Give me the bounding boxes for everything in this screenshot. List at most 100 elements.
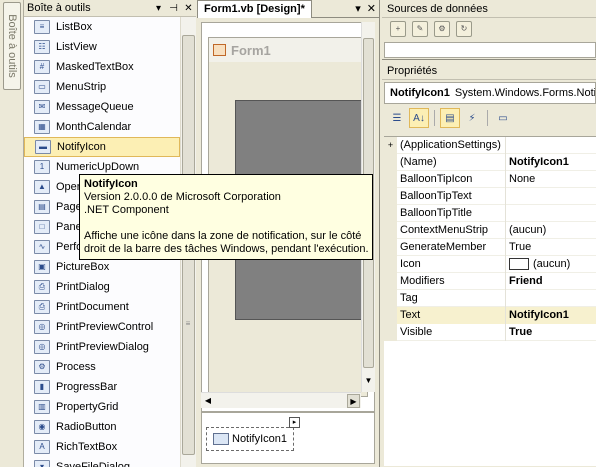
toolbox-item[interactable]: ☷ ListView: [24, 37, 180, 57]
property-value[interactable]: (aucun): [506, 222, 596, 239]
property-name: (ApplicationSettings): [397, 136, 506, 154]
toolbox-item-label: PrintPreviewDialog: [56, 341, 149, 353]
richtextbox-icon: A: [34, 440, 50, 454]
categorized-icon[interactable]: ☰: [387, 108, 407, 128]
toolbox-auto-hide-tab[interactable]: Boîte à outils: [3, 2, 21, 90]
property-value[interactable]: (aucun): [506, 256, 596, 273]
toolbox-item[interactable]: ≡ ListBox: [24, 17, 180, 37]
object-name: NotifyIcon1: [390, 87, 450, 99]
designer-horizontal-scrollbar[interactable]: ◀ ▶: [201, 392, 361, 408]
property-value[interactable]: [506, 290, 596, 307]
scroll-grip-icon: ≡: [185, 319, 191, 328]
property-row[interactable]: Tag: [384, 289, 596, 307]
property-value[interactable]: True: [506, 324, 596, 341]
radiobutton-icon: ◉: [34, 420, 50, 434]
toolbox-item-label: MessageQueue: [56, 101, 134, 113]
toolbox-item[interactable]: ✉ MessageQueue: [24, 97, 180, 117]
toolbox-item[interactable]: ▣ PictureBox: [24, 257, 180, 277]
configure-dataset-icon[interactable]: ⚙: [434, 21, 450, 37]
scroll-down-icon[interactable]: ▼: [363, 374, 374, 388]
listview-icon: ☷: [34, 40, 50, 54]
property-row[interactable]: GenerateMember True: [384, 238, 596, 256]
property-margin: [384, 238, 397, 256]
close-icon[interactable]: ✕: [181, 1, 196, 16]
property-margin: [384, 153, 397, 171]
property-name: Text: [397, 306, 506, 324]
tray-component-label: NotifyIcon1: [232, 433, 288, 445]
toolbox-item-label: PropertyGrid: [56, 401, 119, 413]
property-value[interactable]: NotifyIcon1: [506, 306, 596, 324]
property-value[interactable]: True: [506, 239, 596, 256]
tooltip-description-line-1: Affiche une icône dans la zone de notifi…: [84, 230, 362, 242]
object-type: System.Windows.Forms.NotifyIcon: [454, 87, 596, 99]
property-row[interactable]: Visible True: [384, 323, 596, 341]
property-row[interactable]: BalloonTipIcon None: [384, 170, 596, 188]
add-datasource-icon[interactable]: +: [390, 21, 406, 37]
property-margin: [384, 221, 397, 239]
toolbox-item[interactable]: ◎ PrintPreviewControl: [24, 317, 180, 337]
property-value[interactable]: NotifyIcon1: [506, 154, 596, 171]
toolbox-item[interactable]: ▦ MonthCalendar: [24, 117, 180, 137]
property-row[interactable]: + (ApplicationSettings): [384, 136, 596, 154]
close-document-icon[interactable]: ✕: [367, 2, 376, 15]
toolbox-item-label: MonthCalendar: [56, 121, 132, 133]
pin-icon[interactable]: ⊣: [166, 1, 181, 16]
property-value[interactable]: Friend: [506, 273, 596, 290]
property-row[interactable]: Icon (aucun): [384, 255, 596, 273]
smart-tag-icon[interactable]: ▸: [289, 417, 300, 428]
property-value[interactable]: [506, 188, 596, 205]
toolbox-item-label: ListView: [56, 41, 97, 53]
properties-view-icon[interactable]: ▤: [440, 108, 460, 128]
panel-icon: □: [34, 220, 50, 234]
refresh-icon[interactable]: ↻: [456, 21, 472, 37]
scroll-right-icon[interactable]: ▶: [347, 394, 360, 408]
maskedtextbox-icon: #: [34, 60, 50, 74]
property-row[interactable]: Modifiers Friend: [384, 272, 596, 290]
toolbox-item[interactable]: # MaskedTextBox: [24, 57, 180, 77]
toolbox-item[interactable]: ▬ NotifyIcon: [24, 137, 180, 157]
toolbox-item-label: PrintDialog: [56, 281, 110, 293]
toolbox-item[interactable]: ⎙ PrintDocument: [24, 297, 180, 317]
property-value[interactable]: [506, 137, 596, 154]
tray-component-notifyicon1[interactable]: NotifyIcon1: [206, 427, 295, 451]
edit-dataset-icon[interactable]: ✎: [412, 21, 428, 37]
expand-icon[interactable]: +: [384, 136, 397, 154]
property-name: BalloonTipText: [397, 187, 506, 205]
property-name: (Name): [397, 153, 506, 171]
property-row[interactable]: Text NotifyIcon1: [384, 306, 596, 324]
events-icon[interactable]: ⚡: [462, 108, 482, 128]
object-selector[interactable]: NotifyIcon1 System.Windows.Forms.NotifyI…: [384, 82, 596, 104]
toolbox-item[interactable]: ▥ PropertyGrid: [24, 397, 180, 417]
toolbox-item[interactable]: ▮ ProgressBar: [24, 377, 180, 397]
toolbox-item[interactable]: ◎ PrintPreviewDialog: [24, 337, 180, 357]
toolbox-item[interactable]: ⚙ Process: [24, 357, 180, 377]
tooltip-component: .NET Component: [84, 204, 169, 216]
toolbox-item-label: PrintDocument: [56, 301, 129, 313]
toolbox-item[interactable]: ▭ MenuStrip: [24, 77, 180, 97]
property-row[interactable]: BalloonTipTitle: [384, 204, 596, 222]
tab-form1-design[interactable]: Form1.vb [Design]*: [197, 0, 312, 18]
toolbox-item[interactable]: A RichTextBox: [24, 437, 180, 457]
toolbox-item[interactable]: ⎙ PrintDialog: [24, 277, 180, 297]
property-value[interactable]: [506, 205, 596, 222]
property-row[interactable]: BalloonTipText: [384, 187, 596, 205]
dropdown-icon[interactable]: ▾: [151, 1, 166, 16]
property-pages-icon[interactable]: ▭: [493, 108, 513, 128]
toolbox-item-label: Process: [56, 361, 96, 373]
property-value[interactable]: None: [506, 171, 596, 188]
property-row[interactable]: (Name) NotifyIcon1: [384, 153, 596, 171]
monthcalendar-icon: ▦: [34, 120, 50, 134]
properties-panel: Propriétés NotifyIcon1 System.Windows.Fo…: [382, 62, 596, 467]
performancecounter-icon: ∿: [34, 240, 50, 254]
property-name: BalloonTipTitle: [397, 204, 506, 222]
alphabetical-icon[interactable]: A↓: [409, 108, 429, 128]
toolbox-item[interactable]: ▾ SaveFileDialog: [24, 457, 180, 467]
scroll-left-icon[interactable]: ◀: [202, 395, 214, 407]
property-row[interactable]: ContextMenuStrip (aucun): [384, 221, 596, 239]
property-name: Icon: [397, 255, 506, 273]
toolbox-item-label: RichTextBox: [56, 441, 118, 453]
toolbox-item[interactable]: ◉ RadioButton: [24, 417, 180, 437]
tab-list-dropdown-icon[interactable]: ▾: [355, 2, 361, 15]
properties-header: Propriétés: [382, 62, 596, 80]
notifyicon-icon: ▬: [35, 140, 51, 154]
